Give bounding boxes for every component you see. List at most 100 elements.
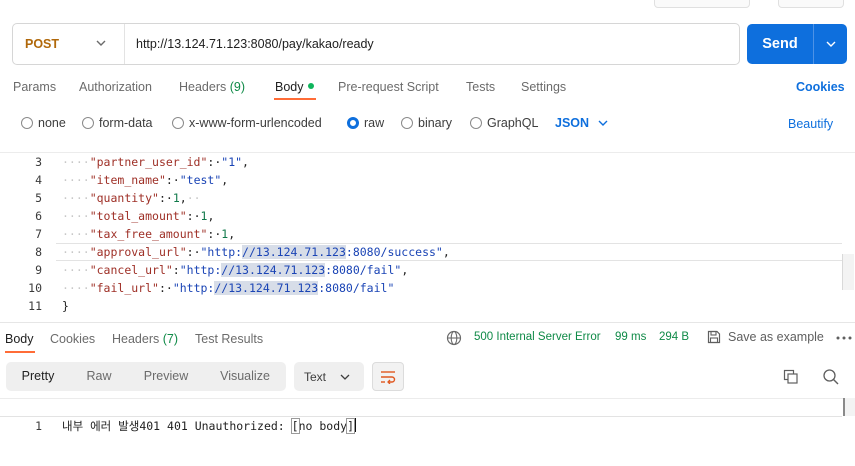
request-tabs: Params Authorization Headers (9) Body Pr… — [0, 78, 855, 100]
url-bar: POST http://13.124.71.123:8080/pay/kakao… — [12, 23, 740, 65]
status-code[interactable]: 500 Internal Server Error — [474, 331, 601, 343]
bracket-open: [ — [290, 418, 300, 434]
code-line: 11} — [0, 297, 842, 315]
code-line: 5 ····"quantity":·1,·· — [0, 189, 842, 207]
method-select[interactable]: POST — [13, 24, 125, 64]
response-tab-cookies[interactable]: Cookies — [50, 332, 95, 346]
response-view-switch: Pretty Raw Preview Visualize — [6, 362, 286, 391]
radio-none[interactable]: none — [21, 116, 66, 130]
radio-circle — [172, 117, 184, 129]
code-content: ····"approval_url":·"http://13.124.71.12… — [62, 245, 450, 259]
radio-raw-label: raw — [364, 116, 385, 130]
tab-authorization[interactable]: Authorization — [79, 80, 152, 94]
radio-urlencoded[interactable]: x-www-form-urlencoded — [172, 116, 322, 130]
active-tab-indicator — [274, 98, 316, 100]
response-scrollbar[interactable] — [843, 398, 855, 416]
request-body-editor[interactable]: 3 ····"partner_user_id":·"1", 4 ····"item_… — [0, 152, 855, 316]
code-line: 9 ····"cancel_url":"http://13.124.71.123:… — [0, 261, 842, 279]
more-icon[interactable] — [836, 336, 852, 340]
radio-form-data[interactable]: form-data — [82, 116, 153, 130]
line-number: 7 — [35, 227, 42, 241]
globe-icon[interactable] — [446, 330, 462, 346]
line-number: 6 — [35, 209, 42, 223]
body-modified-dot — [307, 83, 314, 89]
radio-graphql[interactable]: GraphQL — [470, 116, 538, 130]
view-pretty[interactable]: Pretty — [6, 362, 70, 391]
beautify-link[interactable]: Beautify — [788, 117, 833, 131]
tab-params[interactable]: Params — [13, 80, 56, 94]
save-icon — [707, 330, 721, 344]
radio-raw[interactable]: raw — [347, 116, 384, 130]
code-line: 3 ····"partner_user_id":·"1", — [0, 153, 842, 171]
response-time[interactable]: 99 ms — [615, 331, 646, 343]
response-size[interactable]: 294 B — [659, 331, 689, 343]
line-number: 4 — [35, 173, 42, 187]
tab-pre-request-script[interactable]: Pre-request Script — [338, 80, 439, 94]
send-button[interactable]: Send — [747, 24, 847, 64]
code-content: ····"total_amount":·1, — [62, 209, 215, 223]
line-number: 1 — [35, 419, 42, 433]
code-content: ····"fail_url":·"http://13.124.71.123:80… — [62, 281, 395, 295]
editor-scrollbar[interactable] — [842, 254, 854, 290]
tab-headers-count: (9) — [229, 80, 246, 94]
radio-graphql-label: GraphQL — [487, 116, 539, 130]
radio-form-data-label: form-data — [99, 116, 153, 130]
radio-binary[interactable]: binary — [401, 116, 452, 130]
chevron-down-icon — [598, 120, 608, 126]
wrap-lines-icon — [381, 370, 396, 384]
method-label: POST — [25, 37, 60, 51]
code-content: } — [62, 299, 69, 313]
code-line: 6 ····"total_amount":·1, — [0, 207, 842, 225]
chevron-down-icon — [826, 41, 835, 47]
cookies-link[interactable]: Cookies — [796, 80, 845, 94]
text-caret — [354, 418, 356, 432]
response-tab-headers[interactable]: Headers (7) — [112, 332, 178, 346]
radio-urlencoded-label: x-www-form-urlencoded — [189, 116, 322, 130]
send-options-button[interactable] — [814, 39, 847, 49]
line-number: 9 — [35, 263, 42, 277]
view-preview[interactable]: Preview — [128, 362, 204, 391]
response-format-label: Text — [304, 369, 327, 384]
tab-body[interactable]: Body — [275, 80, 314, 94]
code-content: ····"quantity":·1,·· — [62, 191, 201, 205]
tab-tests[interactable]: Tests — [466, 80, 495, 94]
code-line: 10 ····"fail_url":·"http://13.124.71.123:… — [0, 279, 842, 297]
response-body-viewer[interactable]: 1 내부 에러 발생401 401 Unauthorized: [no body] — [0, 398, 855, 466]
line-number: 10 — [28, 281, 42, 295]
radio-circle — [401, 117, 413, 129]
response-tab-headers-count: (7) — [162, 332, 179, 346]
response-line: 1 내부 에러 발생401 401 Unauthorized: [no body] — [0, 399, 842, 434]
code-content: ····"item_name":·"test", — [62, 173, 229, 187]
tab-settings[interactable]: Settings — [521, 80, 566, 94]
view-visualize[interactable]: Visualize — [204, 362, 286, 391]
chevron-down-icon — [340, 374, 350, 380]
radio-none-label: none — [38, 116, 66, 130]
code-content: ····"partner_user_id":·"1", — [62, 155, 249, 169]
response-tab-test-results[interactable]: Test Results — [195, 332, 263, 346]
wrap-lines-button[interactable] — [372, 362, 404, 391]
line-number: 5 — [35, 191, 42, 205]
response-tab-body[interactable]: Body — [5, 332, 34, 346]
radio-circle — [21, 117, 33, 129]
top-cutoff-button-left[interactable] — [654, 0, 750, 8]
top-cutoff-button-right[interactable] — [778, 0, 844, 8]
code-line: 7 ····"tax_free_amount":·1, — [0, 225, 842, 243]
tab-headers-label: Headers — [179, 80, 227, 94]
url-input[interactable]: http://13.124.71.123:8080/pay/kakao/read… — [125, 37, 374, 51]
view-raw[interactable]: Raw — [70, 362, 128, 391]
radio-circle-selected — [347, 117, 359, 129]
response-text-main: 내부 에러 발생401 401 Unauthorized: — [62, 419, 292, 433]
code-line-current: 8 ····"approval_url":·"http://13.124.71.1… — [0, 243, 842, 261]
search-icon[interactable] — [822, 368, 840, 386]
tab-headers[interactable]: Headers (9) — [179, 80, 245, 94]
code-content: ····"cancel_url":"http://13.124.71.123:8… — [62, 263, 409, 277]
radio-circle — [470, 117, 482, 129]
tab-body-label: Body — [275, 80, 304, 94]
response-format-select[interactable]: Text — [294, 362, 364, 391]
line-number: 11 — [28, 299, 42, 313]
save-as-example-button[interactable]: Save as example — [706, 329, 824, 345]
copy-icon[interactable] — [782, 368, 800, 386]
language-select[interactable]: JSON — [555, 116, 608, 130]
code-line: 4 ····"item_name":·"test", — [0, 171, 842, 189]
line-number: 8 — [35, 245, 42, 259]
